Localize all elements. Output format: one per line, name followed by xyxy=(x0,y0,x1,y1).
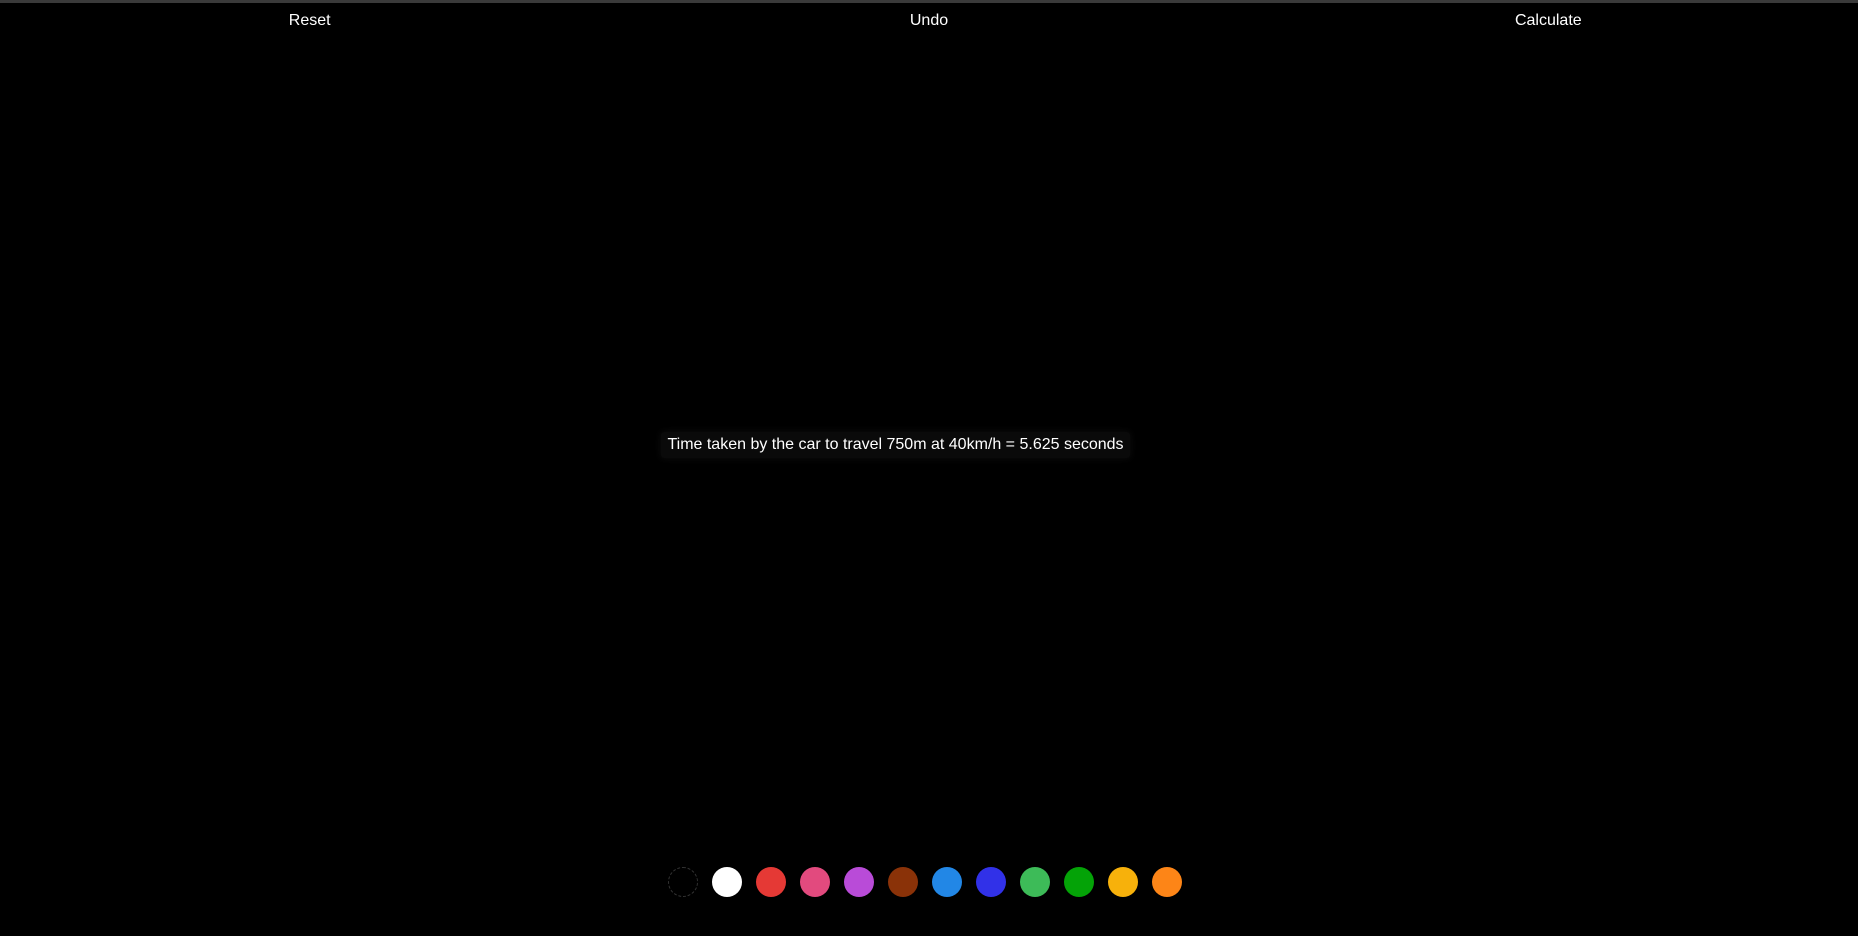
color-swatch-green[interactable] xyxy=(1064,867,1094,897)
color-swatch-purple[interactable] xyxy=(844,867,874,897)
color-palette xyxy=(668,867,1182,897)
calculate-button[interactable]: Calculate xyxy=(1239,3,1858,39)
color-swatch-yellow[interactable] xyxy=(1108,867,1138,897)
undo-button[interactable]: Undo xyxy=(619,3,1238,39)
result-area: Time taken by the car to travel 750m at … xyxy=(0,432,1791,458)
color-swatch-black[interactable] xyxy=(668,867,698,897)
reset-button[interactable]: Reset xyxy=(0,3,619,39)
color-swatch-light-blue[interactable] xyxy=(932,867,962,897)
color-swatch-brown[interactable] xyxy=(888,867,918,897)
color-swatch-light-green[interactable] xyxy=(1020,867,1050,897)
color-swatch-blue[interactable] xyxy=(976,867,1006,897)
result-text: Time taken by the car to travel 750m at … xyxy=(661,432,1130,458)
color-swatch-red[interactable] xyxy=(756,867,786,897)
color-swatch-orange[interactable] xyxy=(1152,867,1182,897)
color-swatch-pink[interactable] xyxy=(800,867,830,897)
toolbar: Reset Undo Calculate xyxy=(0,3,1858,39)
color-swatch-white[interactable] xyxy=(712,867,742,897)
